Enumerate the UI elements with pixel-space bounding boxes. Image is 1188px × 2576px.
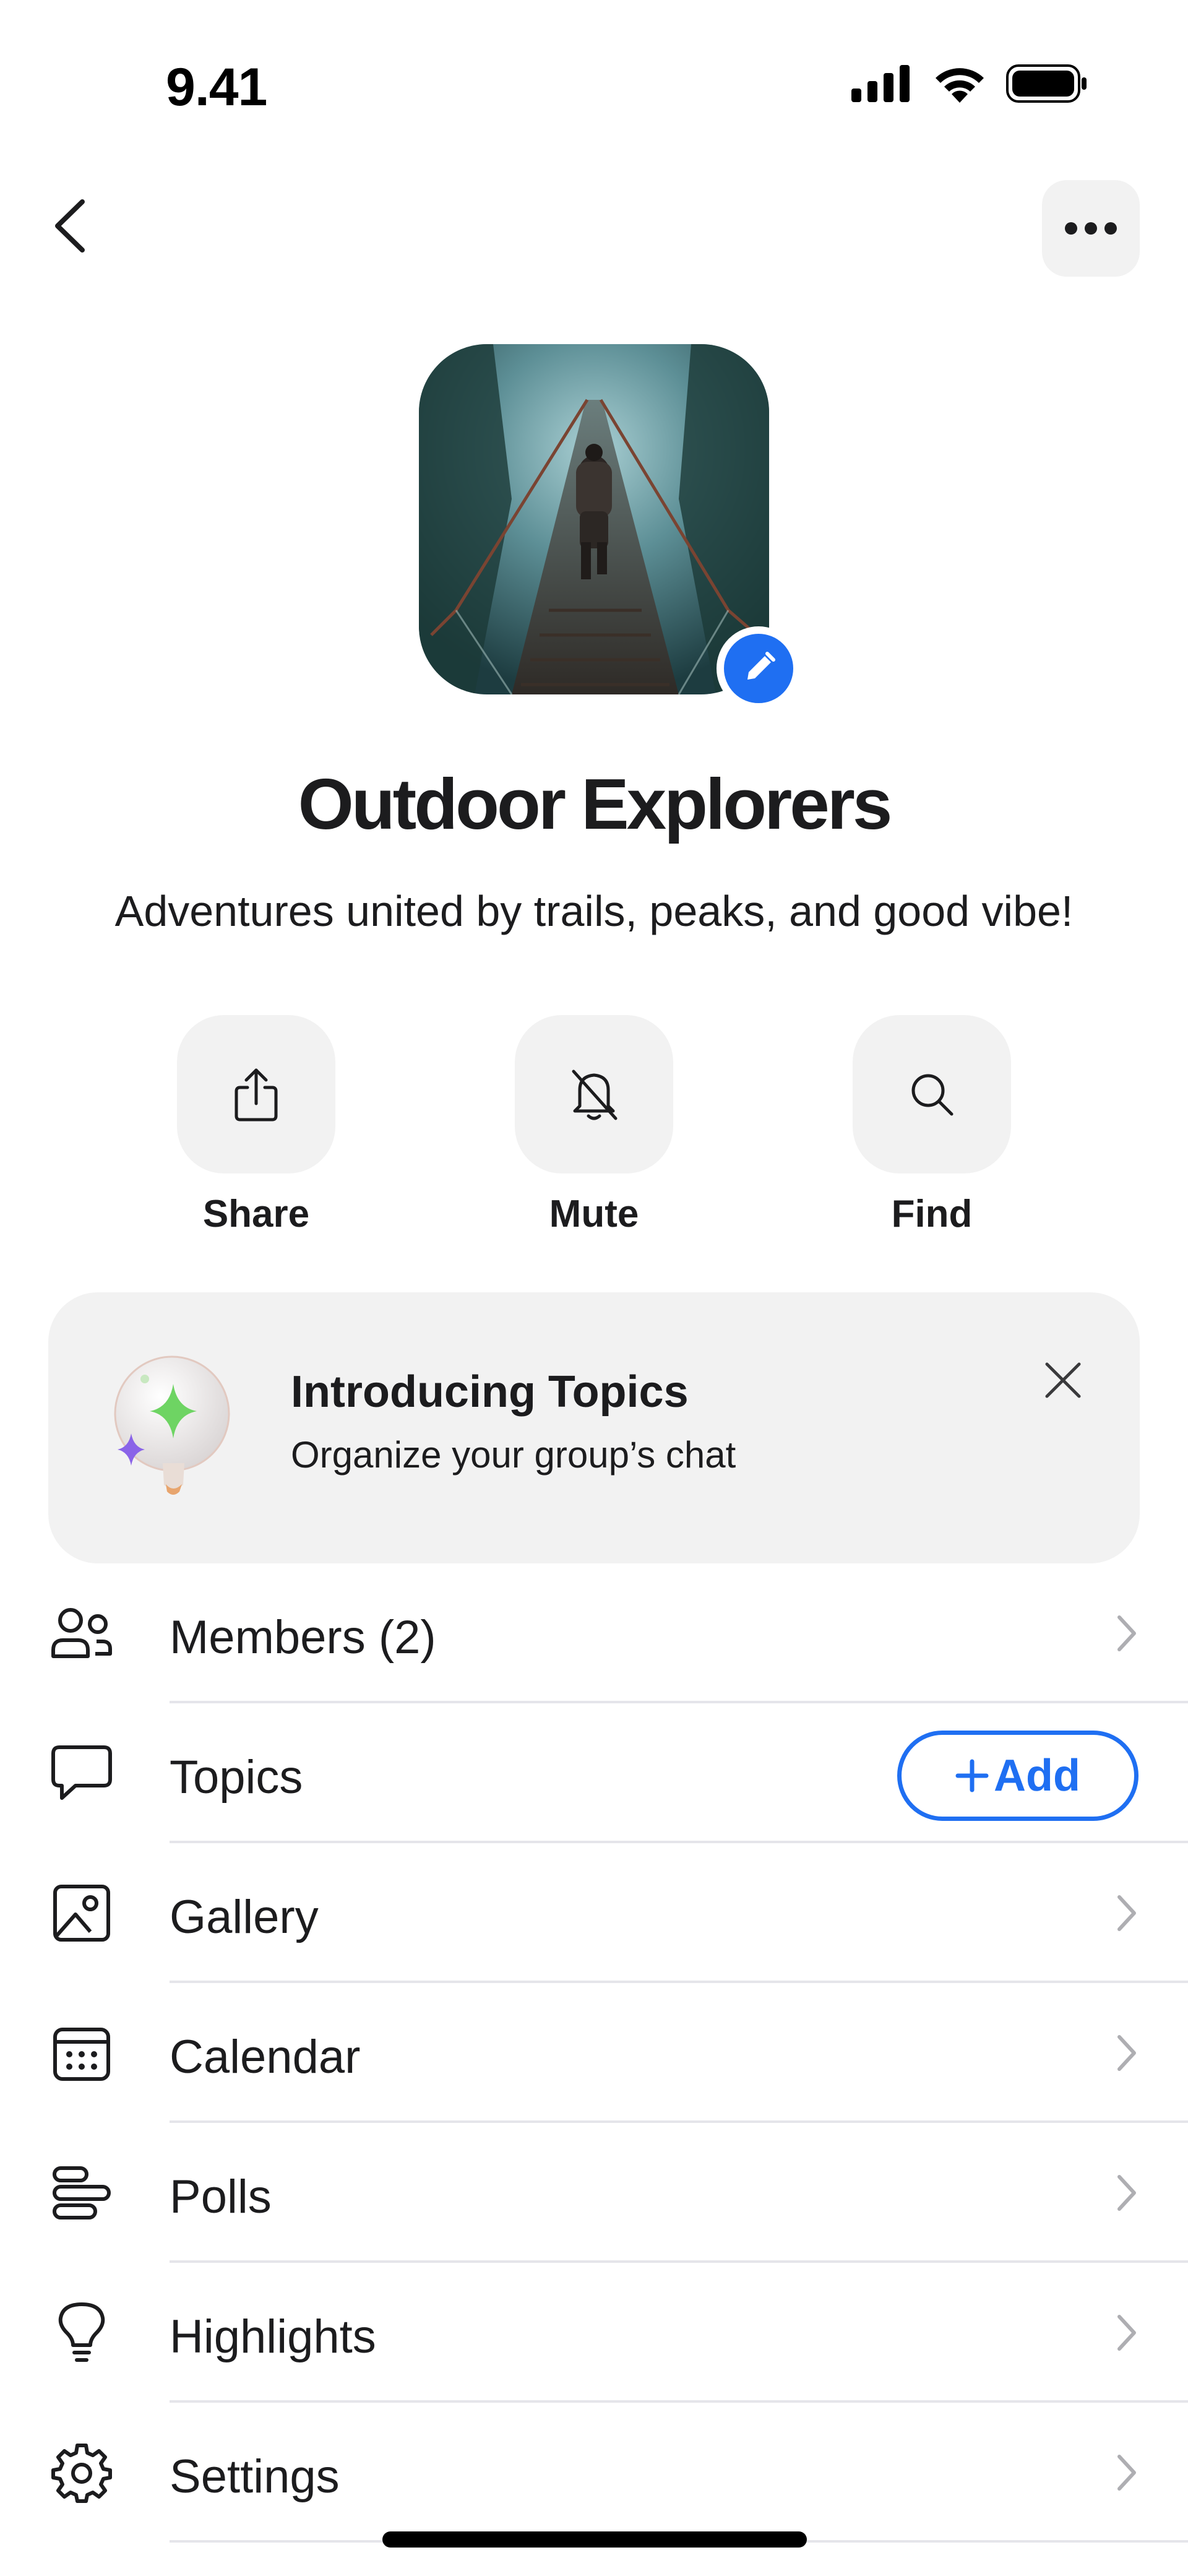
group-title: Outdoor Explorers [298,764,893,844]
polls-label: Polls [170,2171,272,2223]
topics-promo-card[interactable]: Introducing Topics Organize your group’s… [48,1292,1140,1563]
close-icon [1045,1362,1081,1398]
list-item-members[interactable]: Members (2) [0,1563,1188,1703]
status-bar: 9.41 [0,0,1188,167]
add-topic-label: Add [994,1751,1080,1800]
highlights-label: Highlights [170,2310,376,2363]
mute-label: Mute [549,1193,639,1235]
ellipsis-icon [1065,222,1117,235]
group-avatar[interactable] [419,344,769,694]
list-item-settings[interactable]: Settings [0,2403,1188,2543]
plus-icon [955,1759,989,1792]
share-icon [235,1068,278,1122]
promo-subtitle: Organize your group’s chat [291,1434,736,1476]
settings-label: Settings [170,2450,340,2503]
wifi-icon [936,68,984,103]
list-item-highlights[interactable]: Highlights [0,2263,1188,2403]
chat-bubble-icon [51,1742,113,1804]
chevron-right-icon [1105,2171,1148,2215]
list-item-gallery[interactable]: Gallery [0,1843,1188,1983]
share-label: Share [202,1193,310,1235]
chevron-left-icon [55,199,85,253]
more-options-button[interactable] [1042,180,1140,277]
promo-title: Introducing Topics [291,1367,689,1417]
people-icon [51,1602,113,1664]
mute-action[interactable]: Mute [515,1015,673,1236]
find-button[interactable] [853,1015,1011,1173]
find-label: Find [891,1193,973,1235]
bell-slash-icon [572,1070,618,1120]
image-icon [51,1882,113,1944]
avatar-image [419,344,769,694]
group-description: Adventures united by trails, peaks, and … [114,887,1074,935]
list-item-polls[interactable]: Polls [0,2123,1188,2263]
gear-icon [51,2442,113,2504]
lightbulb-icon [51,2302,113,2364]
close-promo-button[interactable] [1032,1349,1094,1411]
chevron-right-icon [1105,2311,1148,2354]
home-indicator[interactable] [382,2531,807,2548]
chevron-right-icon [1105,2031,1148,2075]
calendar-label: Calendar [170,2031,361,2083]
topics-label: Topics [170,1751,303,1804]
mute-button[interactable] [515,1015,673,1173]
chevron-right-icon [1105,2451,1148,2494]
list-item-calendar[interactable]: Calendar [0,1983,1188,2123]
search-icon [911,1074,953,1116]
chevron-right-icon [1105,1612,1148,1655]
sparkle-lightbulb-icon [104,1352,252,1513]
group-menu-list: Members (2) Topics Gallery Calendar Poll… [0,1563,1188,2543]
share-action[interactable]: Share [177,1015,335,1236]
find-action[interactable]: Find [853,1015,1011,1236]
status-icons [851,64,1088,103]
cellular-signal-icon [851,65,910,102]
chevron-right-icon [1105,1891,1148,1935]
back-button[interactable] [36,192,104,260]
poll-bars-icon [51,2162,113,2224]
status-time: 9.41 [166,58,267,117]
add-topic-button[interactable]: Add [897,1731,1138,1821]
share-button[interactable] [177,1015,335,1173]
gallery-label: Gallery [170,1891,319,1943]
pencil-icon [747,652,775,680]
calendar-icon [51,2022,113,2084]
battery-icon [1006,64,1087,103]
edit-avatar-button[interactable] [717,626,801,711]
members-label: Members (2) [170,1611,436,1664]
